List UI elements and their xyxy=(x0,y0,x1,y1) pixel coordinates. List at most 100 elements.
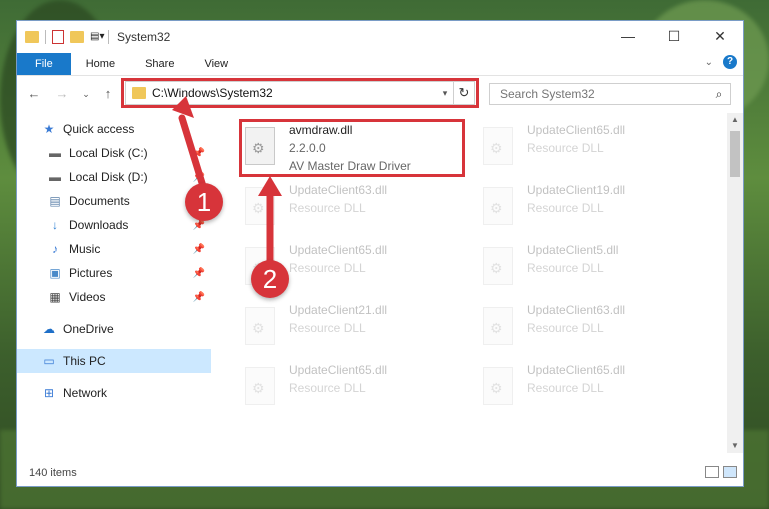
forward-button[interactable]: → xyxy=(53,84,71,104)
expand-ribbon-icon[interactable]: ⌄ xyxy=(705,57,713,68)
step-badge-2: 2 xyxy=(251,260,289,298)
drive-icon: ▬ xyxy=(49,170,61,184)
videos-icon: ▦ xyxy=(49,290,61,304)
sidebar-item-label: Local Disk (C:) xyxy=(69,146,148,160)
details-view-icon[interactable] xyxy=(705,466,719,478)
dll-file-icon xyxy=(483,187,513,225)
item-count: 140 items xyxy=(29,467,77,479)
pin-icon[interactable]: 📌 xyxy=(193,172,205,183)
up-button[interactable]: ↑ xyxy=(99,84,117,104)
ribbon-tabs: File Home Share View ⌄ ? xyxy=(17,53,743,76)
network-icon: ⊞ xyxy=(43,386,55,400)
drive-icon: ▬ xyxy=(49,146,61,160)
file-name: UpdateClient63.dll xyxy=(527,303,626,317)
sidebar-item-local-disk-c[interactable]: ▬ Local Disk (C:) 📌 xyxy=(17,141,211,165)
help-icon[interactable]: ? xyxy=(723,55,737,69)
sidebar-item-local-disk-d[interactable]: ▬ Local Disk (D:) 📌 xyxy=(17,165,211,189)
address-bar[interactable]: C:\Windows\System32 ▾ ↻ xyxy=(125,81,475,105)
file-name: UpdateClient65.dll xyxy=(289,363,388,377)
step-badge-1: 1 xyxy=(185,183,223,221)
divider xyxy=(108,30,109,44)
new-folder-icon[interactable] xyxy=(70,31,84,43)
address-dropdown-icon[interactable]: ▾ xyxy=(437,88,453,99)
search-input[interactable] xyxy=(498,86,708,102)
file-name: UpdateClient19.dll xyxy=(527,183,626,197)
sidebar-item-label: Network xyxy=(63,386,108,400)
tiles-view-icon[interactable] xyxy=(723,466,737,478)
title-bar: ▤▾ System32 — ☐ ✕ xyxy=(17,21,743,53)
sidebar-item-label: Videos xyxy=(69,290,106,304)
properties-icon[interactable] xyxy=(52,30,64,44)
file-description: Resource DLL xyxy=(527,201,604,215)
list-item[interactable]: UpdateClient63.dll Resource DLL xyxy=(241,181,471,239)
address-row: ← → ⌄ ↑ C:\Windows\System32 ▾ ↻ ⌕ xyxy=(17,78,743,109)
refresh-icon[interactable]: ↻ xyxy=(453,82,474,104)
dll-file-icon xyxy=(483,127,513,165)
list-item[interactable]: UpdateClient21.dll Resource DLL xyxy=(241,301,471,359)
sidebar-item-network[interactable]: ⊞ Network xyxy=(17,381,211,405)
sidebar-item-this-pc[interactable]: ▭ This PC xyxy=(17,349,211,373)
pin-icon[interactable]: 📌 xyxy=(193,292,205,303)
file-description: Resource DLL xyxy=(527,321,604,335)
pin-icon[interactable]: 📌 xyxy=(193,148,205,159)
file-description: Resource DLL xyxy=(289,381,366,395)
sidebar-item-label: Quick access xyxy=(63,122,135,136)
file-description: Resource DLL xyxy=(289,321,366,335)
sidebar-item-label: OneDrive xyxy=(63,322,114,336)
list-item[interactable]: UpdateClient19.dll Resource DLL xyxy=(479,181,709,239)
explorer-window: ▤▾ System32 — ☐ ✕ File Home Share View ⌄… xyxy=(16,20,744,487)
scroll-down-icon[interactable]: ▼ xyxy=(727,439,743,453)
tab-share[interactable]: Share xyxy=(130,53,189,75)
file-name: UpdateClient21.dll xyxy=(289,303,388,317)
customize-toolbar-icon[interactable]: ▤▾ xyxy=(90,30,104,44)
tab-file[interactable]: File xyxy=(17,53,71,75)
scroll-up-icon[interactable]: ▲ xyxy=(727,113,743,127)
documents-icon: ▤ xyxy=(49,194,61,208)
sidebar-item-label: This PC xyxy=(63,354,106,368)
sidebar-item-downloads[interactable]: ↓ Downloads 📌 xyxy=(17,213,211,237)
folder-icon xyxy=(132,87,146,99)
sidebar-item-music[interactable]: ♪ Music 📌 xyxy=(17,237,211,261)
view-toggle xyxy=(705,466,737,478)
tab-home[interactable]: Home xyxy=(71,53,130,75)
scrollbar-thumb[interactable] xyxy=(730,131,740,177)
window-controls: — ☐ ✕ xyxy=(605,21,743,51)
download-icon: ↓ xyxy=(52,218,58,232)
address-path[interactable]: C:\Windows\System32 xyxy=(152,86,437,100)
sidebar-item-label: Downloads xyxy=(69,218,129,232)
sidebar-item-onedrive[interactable]: ☁ OneDrive xyxy=(17,317,211,341)
file-description: Resource DLL xyxy=(289,201,366,215)
sidebar-item-videos[interactable]: ▦ Videos 📌 xyxy=(17,285,211,309)
file-highlight-box xyxy=(239,119,465,177)
divider xyxy=(45,30,46,44)
minimize-button[interactable]: — xyxy=(605,21,651,51)
list-item[interactable]: UpdateClient5.dll Resource DLL xyxy=(479,241,709,299)
window-title: System32 xyxy=(117,30,171,44)
dll-file-icon xyxy=(245,367,275,405)
pin-icon[interactable]: 📌 xyxy=(193,244,205,255)
pin-icon[interactable]: 📌 xyxy=(193,220,205,231)
ribbon-right-controls: ⌄ ? xyxy=(705,55,737,69)
list-item[interactable]: UpdateClient63.dll Resource DLL xyxy=(479,301,709,359)
sidebar-item-quick-access[interactable]: ★ Quick access xyxy=(17,117,211,141)
search-icon[interactable]: ⌕ xyxy=(708,87,730,102)
folder-icon xyxy=(25,31,39,43)
file-description: Resource DLL xyxy=(289,261,366,275)
back-button[interactable]: ← xyxy=(25,84,43,104)
pin-icon[interactable]: 📌 xyxy=(193,268,205,279)
file-description: Resource DLL xyxy=(527,381,604,395)
list-item[interactable]: UpdateClient65.dll Resource DLL xyxy=(479,121,709,179)
sidebar-item-documents[interactable]: ▤ Documents 📌 xyxy=(17,189,211,213)
vertical-scrollbar[interactable]: ▲ ▼ xyxy=(727,113,743,453)
list-item[interactable]: UpdateClient65.dll Resource DLL xyxy=(479,361,709,419)
recent-locations-button[interactable]: ⌄ xyxy=(77,84,95,104)
search-box[interactable]: ⌕ xyxy=(489,83,731,105)
tab-view[interactable]: View xyxy=(189,53,243,75)
maximize-button[interactable]: ☐ xyxy=(651,21,697,51)
file-name: UpdateClient65.dll xyxy=(289,243,388,257)
sidebar-item-pictures[interactable]: ▣ Pictures 📌 xyxy=(17,261,211,285)
close-button[interactable]: ✕ xyxy=(697,21,743,51)
dll-file-icon xyxy=(245,307,275,345)
list-item[interactable]: UpdateClient65.dll Resource DLL xyxy=(241,361,471,419)
